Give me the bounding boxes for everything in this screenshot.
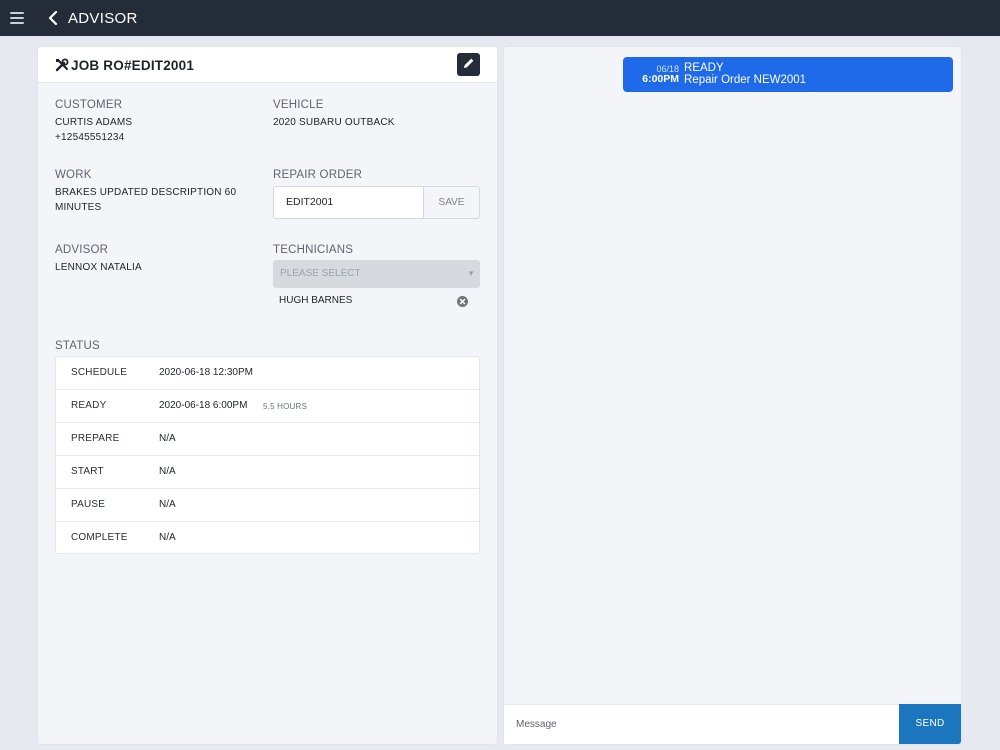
vehicle-label: VEHICLE: [273, 99, 324, 111]
status-row-name: PREPARE: [71, 433, 120, 444]
message-bubble[interactable]: 06/18 6:00PM READY Repair Order NEW2001: [623, 57, 953, 92]
close-circle-icon[interactable]: [457, 296, 468, 307]
technicians-label: TECHNICIANS: [273, 244, 354, 256]
repair-order-label: REPAIR ORDER: [273, 169, 363, 181]
send-button[interactable]: SEND: [899, 704, 961, 744]
repair-order-input[interactable]: EDIT2001: [273, 186, 424, 219]
job-header: JOB RO#EDIT2001: [38, 47, 497, 83]
status-row-name: PAUSE: [71, 499, 106, 510]
caret-down-icon: ▼: [467, 269, 475, 278]
technicians-select[interactable]: PLEASE SELECT ▼: [273, 260, 480, 288]
status-row-duration: 5.5 HOURS: [263, 402, 308, 411]
work-description-line2: MINUTES: [55, 202, 102, 213]
customer-name: CURTIS ADAMS: [55, 117, 133, 128]
status-row-name: SCHEDULE: [71, 367, 128, 378]
hamburger-menu-icon[interactable]: [10, 12, 26, 24]
technician-chip-name: HUGH BARNES: [279, 295, 353, 306]
status-row-value: N/A: [159, 532, 176, 543]
status-row: PAUSE N/A: [56, 489, 479, 522]
page-title: ADVISOR: [68, 9, 138, 27]
advisor-value: LENNOX NATALIA: [55, 262, 142, 273]
save-repair-order-button[interactable]: SAVE: [423, 186, 480, 219]
status-row-name: READY: [71, 400, 107, 411]
status-row-value: 2020-06-18 12:30PM: [159, 367, 253, 378]
status-row: START N/A: [56, 456, 479, 489]
status-row-value: N/A: [159, 433, 176, 444]
pencil-icon: [463, 56, 475, 74]
status-row: PREPARE N/A: [56, 423, 479, 456]
message-status: READY: [684, 62, 724, 74]
tools-icon: [55, 58, 69, 72]
customer-label: CUSTOMER: [55, 99, 123, 111]
status-row: READY 2020-06-18 6:00PM 5.5 HOURS: [56, 390, 479, 423]
messages-panel: 06/18 6:00PM READY Repair Order NEW2001 …: [504, 47, 961, 744]
top-bar: ADVISOR: [0, 0, 1000, 36]
status-row: COMPLETE N/A: [56, 522, 479, 555]
edit-job-button[interactable]: [457, 53, 480, 76]
status-row-value: N/A: [159, 499, 176, 510]
status-label: STATUS: [55, 340, 100, 352]
vehicle-value: 2020 SUBARU OUTBACK: [273, 117, 395, 128]
message-input[interactable]: Message: [504, 704, 899, 744]
status-row-name: COMPLETE: [71, 532, 128, 543]
status-row-value: N/A: [159, 466, 176, 477]
message-text: Repair Order NEW2001: [684, 74, 807, 86]
message-time: 6:00PM: [642, 73, 679, 85]
advisor-label: ADVISOR: [55, 244, 109, 256]
status-row-name: START: [71, 466, 104, 477]
technicians-select-placeholder: PLEASE SELECT: [280, 268, 361, 279]
status-row: SCHEDULE 2020-06-18 12:30PM: [56, 357, 479, 390]
work-description-line1: BRAKES UPDATED DESCRIPTION 60: [55, 187, 237, 198]
work-label: WORK: [55, 169, 92, 181]
status-row-value: 2020-06-18 6:00PM: [159, 400, 248, 411]
job-title: JOB RO#EDIT2001: [71, 58, 195, 73]
status-table: SCHEDULE 2020-06-18 12:30PM READY 2020-0…: [55, 356, 480, 554]
job-details-panel: JOB RO#EDIT2001 CUSTOMER CURTIS ADAMS +1…: [38, 47, 497, 744]
customer-phone: +12545551234: [55, 132, 125, 143]
chevron-left-icon[interactable]: [48, 11, 60, 25]
